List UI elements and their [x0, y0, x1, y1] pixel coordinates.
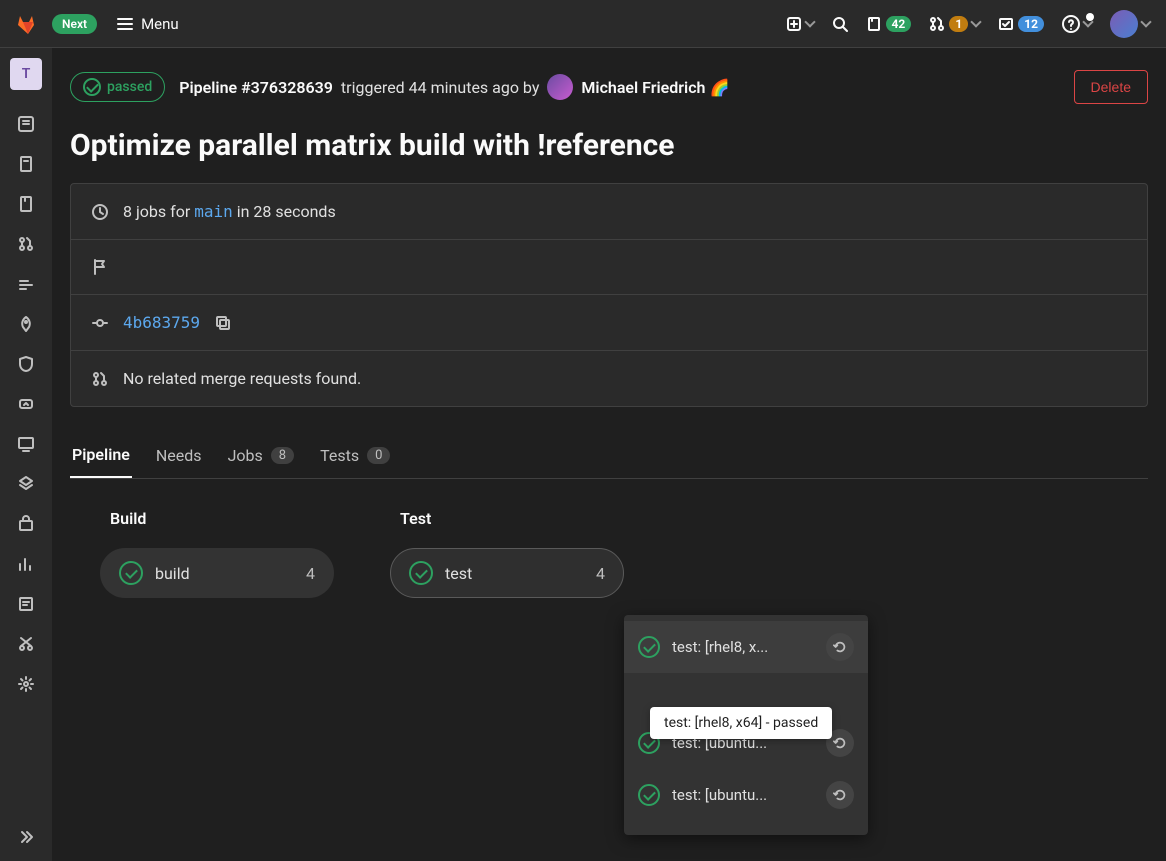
sidebar-analytics-icon[interactable]: [8, 546, 44, 582]
commit-icon: [91, 314, 109, 332]
commit-sha[interactable]: 4b683759: [123, 313, 200, 332]
stage-name: Test: [390, 509, 624, 528]
project-avatar[interactable]: T: [10, 58, 42, 90]
chevron-down-icon: [804, 16, 815, 27]
create-dropdown[interactable]: [786, 16, 814, 32]
tab-pipeline[interactable]: Pipeline: [70, 433, 132, 478]
sidebar-rocket-icon[interactable]: [8, 306, 44, 342]
commit-row: 4b683759: [71, 295, 1147, 351]
clock-icon: [91, 203, 109, 221]
sidebar-settings-icon[interactable]: [8, 666, 44, 702]
tab-needs[interactable]: Needs: [154, 433, 204, 478]
tooltip: test: [rhel8, x64] - passed: [650, 707, 832, 739]
branch-link[interactable]: main: [194, 202, 233, 221]
sidebar-repo-icon[interactable]: [8, 146, 44, 182]
chevron-down-icon: [1082, 16, 1093, 27]
help-dropdown[interactable]: [1062, 15, 1092, 33]
delete-button[interactable]: Delete: [1074, 70, 1148, 104]
issues-link[interactable]: 42: [866, 16, 912, 32]
flag-icon: [91, 258, 109, 276]
mr-text: No related merge requests found.: [123, 369, 361, 388]
job-test[interactable]: test 4: [390, 548, 624, 598]
flag-row: [71, 240, 1147, 295]
sidebar-packages-icon[interactable]: [8, 506, 44, 542]
check-icon: [638, 784, 660, 806]
topbar-right: 42 1 12: [786, 10, 1150, 38]
pipeline-id[interactable]: Pipeline #376328639: [179, 78, 333, 97]
next-badge[interactable]: Next: [52, 14, 97, 34]
dropdown-item[interactable]: test: [ubuntu...: [624, 769, 868, 821]
tabs: Pipeline Needs Jobs8 Tests0: [70, 433, 1148, 479]
check-icon: [119, 561, 143, 585]
jobs-summary: 8 jobs for main in 28 seconds: [71, 184, 1147, 240]
sidebar-infra-icon[interactable]: [8, 466, 44, 502]
jobs-suffix: in 28 seconds: [233, 202, 336, 221]
sidebar-snippets-icon[interactable]: [8, 626, 44, 662]
todos-link[interactable]: 12: [998, 16, 1044, 32]
tab-tests[interactable]: Tests0: [318, 433, 392, 478]
retry-button[interactable]: [826, 633, 854, 661]
info-card: 8 jobs for main in 28 seconds 4b683759 N…: [70, 183, 1148, 407]
job-name: build: [155, 564, 294, 583]
user-avatar[interactable]: [547, 74, 573, 100]
menu-button[interactable]: Menu: [117, 15, 179, 33]
tab-jobs[interactable]: Jobs8: [226, 433, 297, 478]
menu-label: Menu: [141, 15, 179, 33]
mr-count: 1: [949, 16, 968, 32]
avatar: [1110, 10, 1138, 38]
stage-build: Build build 4: [100, 509, 334, 598]
jobs-prefix: 8 jobs for: [123, 202, 194, 221]
sidebar-project-icon[interactable]: [8, 106, 44, 142]
sidebar-expand-icon[interactable]: [8, 825, 44, 861]
todo-count: 12: [1018, 16, 1044, 32]
user-name[interactable]: Michael Friedrich 🌈: [581, 78, 729, 97]
pipeline-header: passed Pipeline #376328639 triggered 44 …: [70, 70, 1148, 104]
pipeline-meta: Pipeline #376328639 triggered 44 minutes…: [179, 74, 729, 100]
chevron-down-icon: [1140, 16, 1151, 27]
sidebar-mr-icon[interactable]: [8, 226, 44, 262]
hamburger-icon: [117, 18, 133, 30]
sidebar-wiki-icon[interactable]: [8, 586, 44, 622]
stage-name: Build: [100, 509, 334, 528]
job-name: test: [445, 564, 584, 583]
chevron-down-icon: [971, 16, 982, 27]
retry-button[interactable]: [826, 781, 854, 809]
page-title: Optimize parallel matrix build with !ref…: [70, 128, 1148, 163]
dropdown-label: test: [ubuntu...: [672, 786, 814, 804]
sidebar: T: [0, 48, 52, 861]
dropdown-item[interactable]: test: [rhel8, x...: [624, 621, 868, 673]
main-content: passed Pipeline #376328639 triggered 44 …: [52, 48, 1166, 861]
job-count: 4: [306, 564, 315, 583]
pipeline-graph: Build build 4 Test test 4: [70, 509, 1148, 598]
sidebar-deploy-icon[interactable]: [8, 386, 44, 422]
issues-count: 42: [886, 16, 912, 32]
search-button[interactable]: [832, 16, 848, 32]
status-badge[interactable]: passed: [70, 72, 165, 102]
triggered-text: triggered 44 minutes ago by: [341, 78, 539, 97]
dropdown-label: test: [rhel8, x...: [672, 638, 814, 656]
copy-icon[interactable]: [214, 314, 232, 332]
stage-test: Test test 4: [390, 509, 624, 598]
sidebar-security-icon[interactable]: [8, 346, 44, 382]
gitlab-logo-icon[interactable]: [16, 12, 40, 36]
merge-icon: [91, 370, 109, 388]
sidebar-monitor-icon[interactable]: [8, 426, 44, 462]
sidebar-issues-icon[interactable]: [8, 186, 44, 222]
check-icon: [638, 636, 660, 658]
mr-row: No related merge requests found.: [71, 351, 1147, 406]
status-text: passed: [107, 79, 152, 95]
sidebar-ci-icon[interactable]: [8, 266, 44, 302]
job-build[interactable]: build 4: [100, 548, 334, 598]
user-menu[interactable]: [1110, 10, 1150, 38]
job-count: 4: [596, 564, 605, 583]
merge-requests-link[interactable]: 1: [929, 16, 980, 32]
check-icon: [83, 78, 101, 96]
topbar: Next Menu 42 1 12: [0, 0, 1166, 48]
check-icon: [409, 561, 433, 585]
